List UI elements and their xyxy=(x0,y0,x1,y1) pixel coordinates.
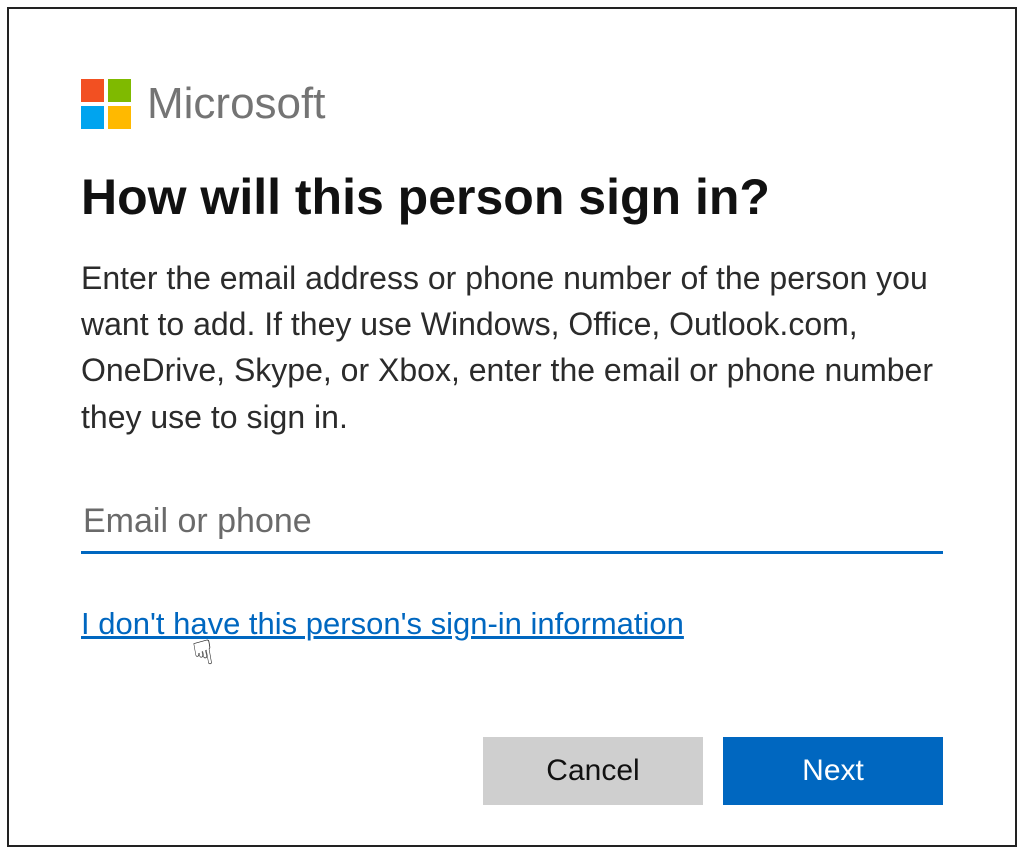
no-signin-info-link[interactable]: I don't have this person's sign-in infor… xyxy=(81,606,684,642)
email-phone-input[interactable] xyxy=(81,496,943,554)
dialog-button-row: Cancel Next xyxy=(81,737,943,805)
next-button[interactable]: Next xyxy=(723,737,943,805)
microsoft-logo-icon xyxy=(81,79,131,129)
brand-name: Microsoft xyxy=(147,79,325,129)
page-title: How will this person sign in? xyxy=(81,169,943,227)
email-phone-field xyxy=(81,496,943,554)
brand-header: Microsoft xyxy=(81,79,943,129)
add-user-dialog: Microsoft How will this person sign in? … xyxy=(7,7,1017,847)
cancel-button[interactable]: Cancel xyxy=(483,737,703,805)
instruction-text: Enter the email address or phone number … xyxy=(81,255,943,441)
